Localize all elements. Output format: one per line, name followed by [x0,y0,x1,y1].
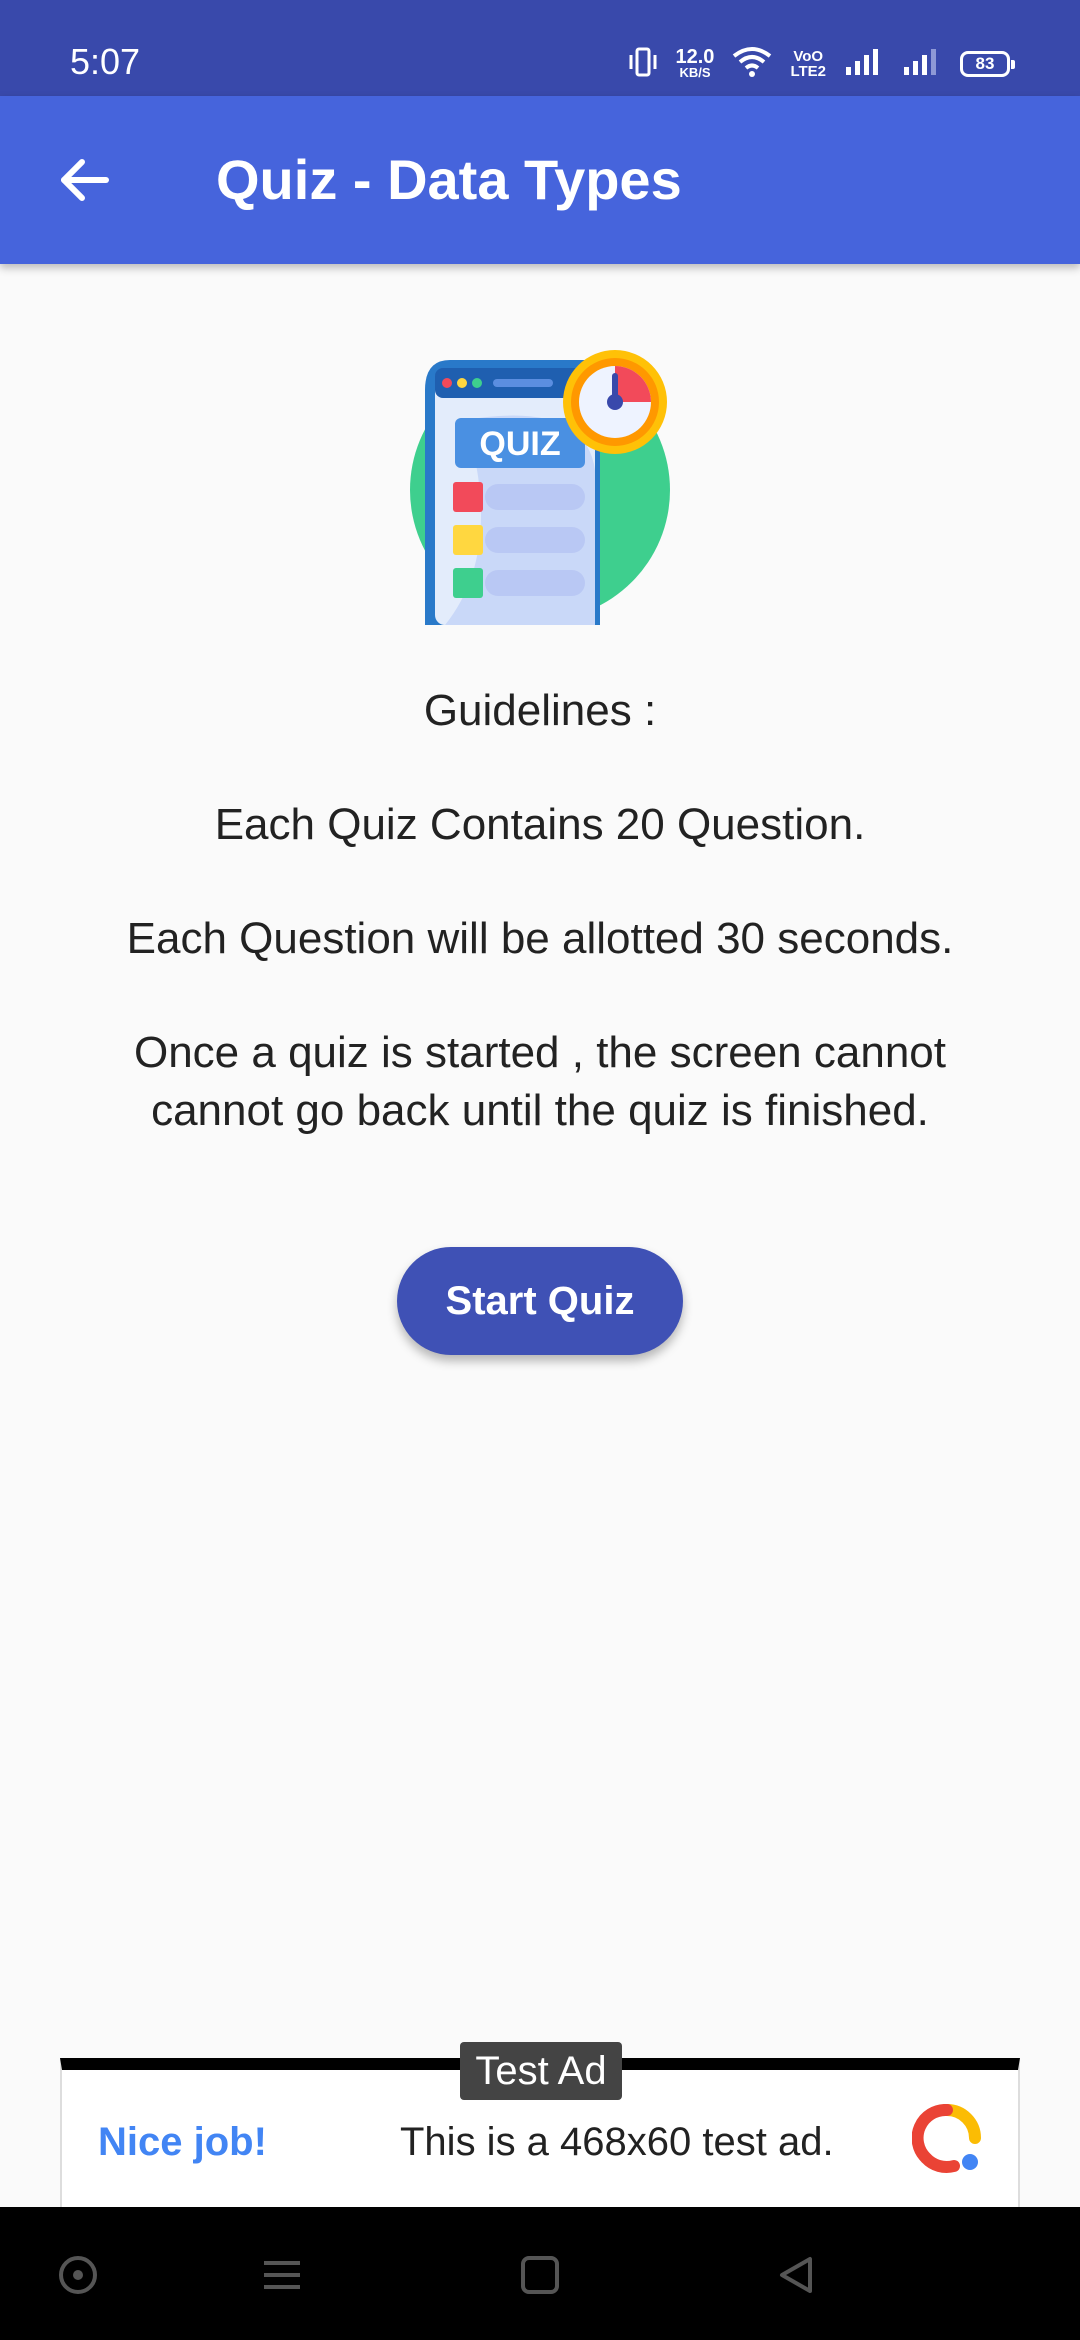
network-speed: 12.0 KB/S [675,46,715,80]
app-bar: Quiz - Data Types [0,96,1080,264]
start-quiz-button[interactable]: Start Quiz [397,1247,683,1355]
volte-top: VoO [793,48,824,65]
page-title: Quiz - Data Types [216,148,682,211]
quiz-illustration: QUIZ [405,350,675,625]
nav-back-button[interactable] [766,2245,826,2305]
status-time: 5:07 [70,41,141,82]
status-bar: 5:07 12.0 KB/S VoO LTE2 83 [0,0,1080,96]
back-button[interactable] [40,136,128,224]
signal-icon-2 [902,47,942,82]
arrow-back-icon [61,159,109,201]
navigation-bar [0,2207,1080,2340]
quiz-illustration-label: QUIZ [479,425,560,463]
network-speed-value: 12.0 [675,46,715,68]
ad-cta[interactable]: Nice job! [98,2120,267,2165]
status-icons: 12.0 KB/S VoO LTE2 83 [628,44,1015,84]
guideline-time-limit: Each Question will be allotted 30 second… [126,914,954,963]
ad-logo-icon [912,2104,981,2173]
nav-menu-button[interactable] [252,2245,312,2305]
volte-indicator: VoO LTE2 [790,49,826,79]
guideline-no-back-line-1: Once a quiz is started , the screen cann… [133,1028,946,1077]
signal-icon [844,47,884,82]
network-speed-unit: KB/S [679,65,711,80]
square-icon [521,2256,559,2294]
guideline-question-count: Each Quiz Contains 20 Question. [214,800,866,849]
battery-indicator: 83 [960,51,1015,77]
nav-assistant-button[interactable] [48,2245,108,2305]
triangle-back-icon [780,2257,812,2293]
guidelines-heading: Guidelines : [423,686,657,735]
volte-bottom: LTE2 [790,63,826,80]
vibrate-icon [628,45,658,84]
test-ad-label: Test Ad [460,2042,622,2100]
circle-dot-icon [59,2256,97,2294]
menu-icon [264,2261,300,2289]
nav-home-button[interactable] [510,2245,570,2305]
ad-text: This is a 468x60 test ad. [400,2120,834,2164]
guideline-no-back-line-2: cannot go back until the quiz is finishe… [151,1086,929,1135]
wifi-icon [732,46,772,83]
